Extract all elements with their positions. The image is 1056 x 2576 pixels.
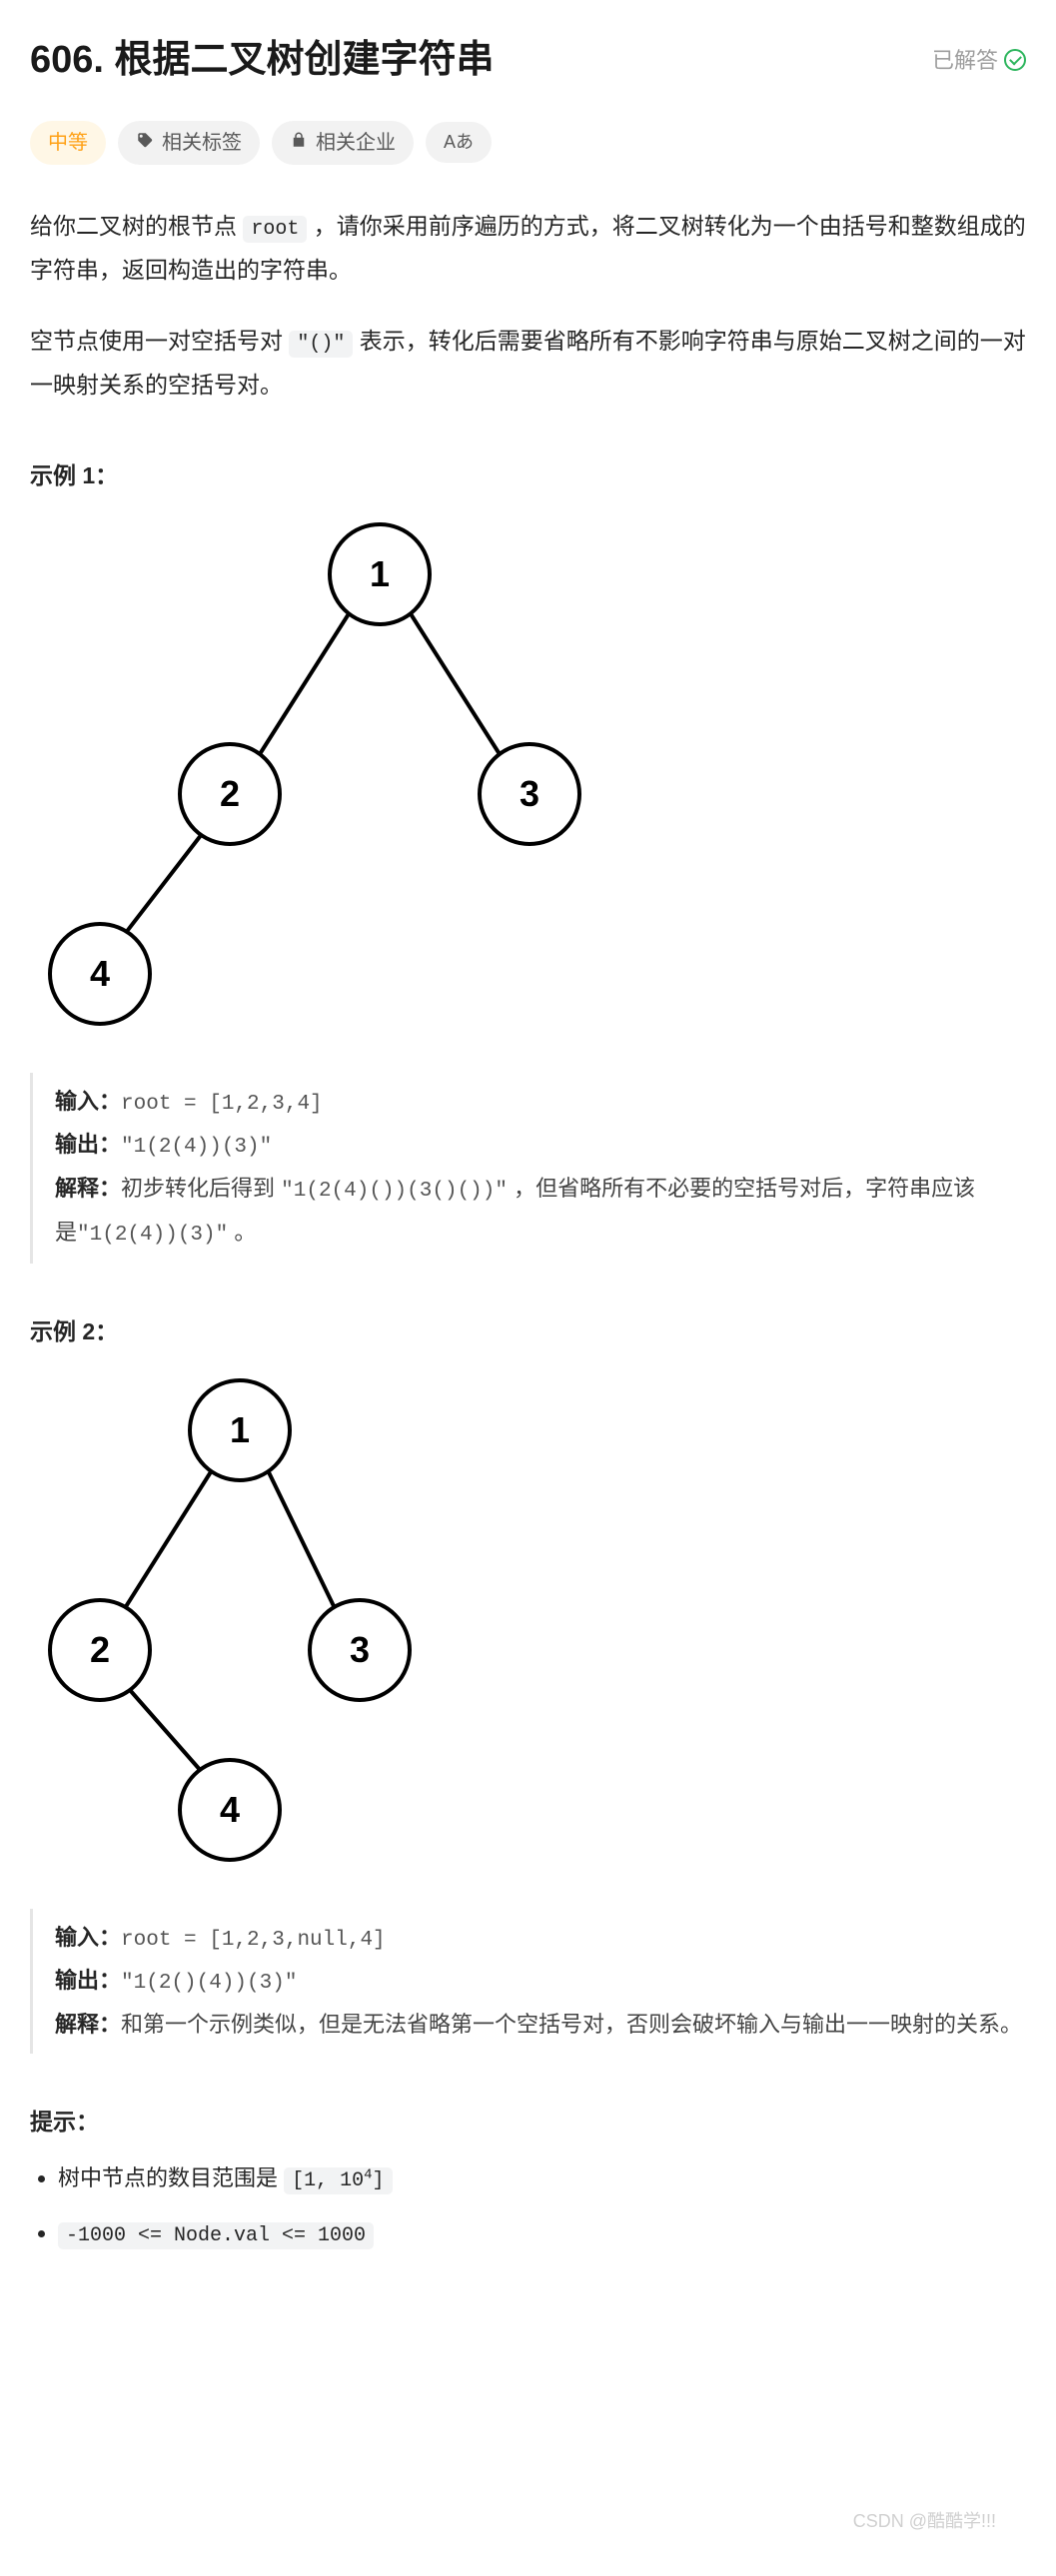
code-paren: "()" (289, 331, 353, 358)
difficulty-tag[interactable]: 中等 (30, 121, 106, 165)
example1-block: 输入：root = [1,2,3,4] 输出："1(2(4))(3)" 解释：初… (30, 1073, 1026, 1265)
description-p2: 空节点使用一对空括号对 "()" 表示，转化后需要省略所有不影响字符串与原始二叉… (30, 320, 1026, 408)
related-companies-label: 相关企业 (316, 127, 396, 159)
sup: 4 (364, 2166, 372, 2182)
tags-row: 中等 相关标签 相关企业 Aあ (30, 121, 1026, 165)
explain-text-a: 初步转化后得到 (121, 1176, 281, 1201)
svg-text:2: 2 (220, 773, 240, 814)
related-companies-button[interactable]: 相关企业 (272, 121, 414, 165)
svg-text:1: 1 (230, 1409, 250, 1450)
code-root: root (243, 216, 307, 243)
tree2-svg: 1 2 3 4 (30, 1370, 450, 1880)
hints-list: 树中节点的数目范围是 [1, 104] -1000 <= Node.val <=… (30, 2160, 1026, 2252)
input-value: root = [1,2,3,4] (121, 1093, 323, 1116)
check-circle-icon (1004, 49, 1026, 71)
explain-code2: "1(2(4))(3)" (77, 1224, 228, 1247)
svg-text:4: 4 (90, 953, 110, 994)
input-label: 输入： (55, 1089, 121, 1114)
svg-text:4: 4 (220, 1789, 240, 1830)
example2-block: 输入：root = [1,2,3,null,4] 输出："1(2()(4))(3… (30, 1909, 1026, 2055)
text: [1, 10 (292, 2169, 364, 2192)
example2-explain-row: 解释：和第一个示例类似，但是无法省略第一个空括号对，否则会破坏输入与输出一一映射… (55, 2004, 1026, 2046)
input-value: root = [1,2,3,null,4] (121, 1929, 386, 1952)
related-tags-label: 相关标签 (162, 127, 242, 159)
description-p1: 给你二叉树的根节点 root ，请你采用前序遍历的方式，将二叉树转化为一个由括号… (30, 205, 1026, 293)
example1-input-row: 输入：root = [1,2,3,4] (55, 1081, 1026, 1125)
input-label: 输入： (55, 1925, 121, 1950)
example1-heading: 示例 1： (30, 457, 1026, 494)
lock-icon (290, 127, 308, 159)
svg-text:2: 2 (90, 1629, 110, 1670)
example1-output-row: 输出："1(2(4))(3)" (55, 1124, 1026, 1168)
hint-item-2: -1000 <= Node.val <= 1000 (58, 2215, 1026, 2252)
hint2-code: -1000 <= Node.val <= 1000 (58, 2222, 374, 2249)
hints-heading: 提示： (30, 2104, 1026, 2141)
output-label: 输出： (55, 1132, 121, 1157)
text: 给你二叉树的根节点 (30, 213, 243, 239)
example2-heading: 示例 2： (30, 1313, 1026, 1350)
output-label: 输出： (55, 1968, 121, 1993)
example2-output-row: 输出："1(2()(4))(3)" (55, 1960, 1026, 2004)
explain-label: 解释： (55, 1176, 121, 1201)
svg-text:1: 1 (370, 553, 390, 594)
example1-tree-diagram: 1 2 3 4 (30, 514, 1026, 1053)
header-row: 606. 根据二叉树创建字符串 已解答 (30, 30, 1026, 91)
tree1-svg: 1 2 3 4 (30, 514, 629, 1044)
solved-status: 已解答 (932, 43, 1026, 78)
text: 树中节点的数目范围是 (58, 2165, 284, 2190)
svg-text:3: 3 (350, 1629, 370, 1670)
output-value: "1(2(4))(3)" (121, 1136, 272, 1159)
hint-item-1: 树中节点的数目范围是 [1, 104] (58, 2160, 1026, 2197)
tag-icon (136, 127, 154, 159)
explain-text-c: 。 (228, 1220, 256, 1245)
example2-tree-diagram: 1 2 3 4 (30, 1370, 1026, 1889)
example2-input-row: 输入：root = [1,2,3,null,4] (55, 1917, 1026, 1961)
svg-text:3: 3 (520, 773, 539, 814)
explain-text: 和第一个示例类似，但是无法省略第一个空括号对，否则会破坏输入与输出一一映射的关系… (121, 2012, 1022, 2037)
watermark: CSDN @酷酷学!!! (853, 2507, 996, 2536)
related-tags-button[interactable]: 相关标签 (118, 121, 260, 165)
translate-icon: Aあ (444, 128, 474, 157)
page-title: 606. 根据二叉树创建字符串 (30, 30, 495, 91)
translate-button[interactable]: Aあ (426, 122, 492, 163)
text: ] (373, 2169, 385, 2192)
hint1-code: [1, 104] (284, 2167, 392, 2194)
explain-label: 解释： (55, 2012, 121, 2037)
output-value: "1(2()(4))(3)" (121, 1972, 297, 1995)
solved-label: 已解答 (932, 43, 998, 78)
explain-code: "1(2(4)())(3()())" (281, 1180, 508, 1203)
example1-explain-row: 解释：初步转化后得到 "1(2(4)())(3()())" ，但省略所有不必要的… (55, 1168, 1026, 1256)
text: 空节点使用一对空括号对 (30, 328, 289, 354)
